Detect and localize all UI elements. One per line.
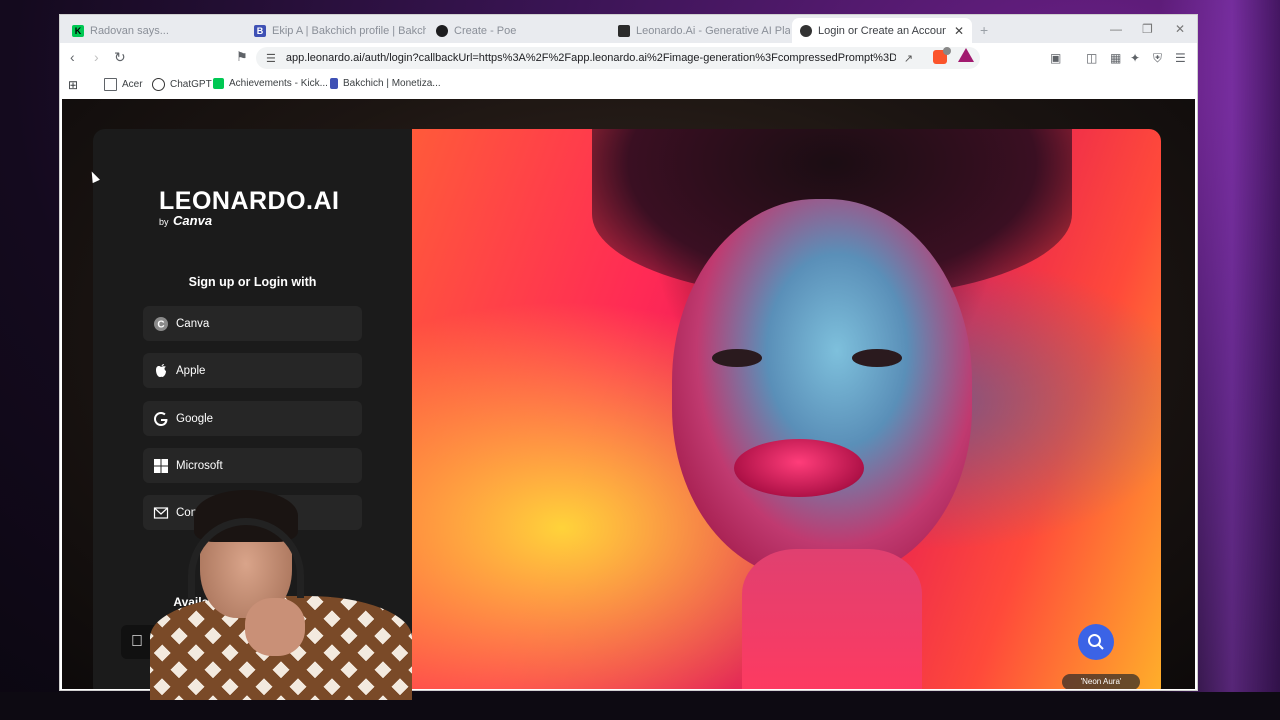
- vpn-icon[interactable]: ⛨: [1153, 51, 1162, 66]
- hero-face: [672, 199, 972, 579]
- url-text[interactable]: app.leonardo.ai/auth/login?callbackUrl=h…: [286, 52, 896, 64]
- svg-text:C: C: [157, 319, 164, 330]
- restore-icon[interactable]: ❐: [1142, 22, 1153, 36]
- microsoft-login-button[interactable]: Microsoft: [143, 448, 362, 483]
- tab-title: Create - Poe: [454, 24, 517, 37]
- hero-image: 'Neon Aura': [412, 129, 1161, 689]
- bakchich-favicon-icon: B: [254, 24, 266, 37]
- bookmark-bakchich[interactable]: Bakchich | Monetiza...: [330, 78, 441, 89]
- apple-store-icon: : [131, 633, 143, 651]
- kick-icon: [213, 78, 224, 89]
- folder-icon: [104, 78, 117, 91]
- back-icon[interactable]: ‹: [70, 49, 75, 65]
- canva-icon: C: [153, 316, 169, 332]
- kick-favicon-icon: K: [72, 24, 84, 37]
- google-icon: [153, 411, 169, 427]
- webcam-hand: [245, 598, 305, 656]
- forward-icon[interactable]: ›: [94, 49, 99, 65]
- hero-eye-left: [712, 349, 762, 367]
- leonardo-favicon-icon: [618, 24, 630, 37]
- menu-icon[interactable]: ☰: [1175, 51, 1186, 65]
- canva-login-button[interactable]: C Canva: [143, 306, 362, 341]
- logo-canva: Canva: [173, 213, 213, 228]
- chatgpt-icon: [152, 78, 165, 91]
- bookmark-chatgpt[interactable]: ChatGPT: [152, 78, 212, 91]
- tab-search-icon[interactable]: ▣: [1050, 51, 1061, 65]
- sidebar-icon[interactable]: ◫: [1086, 51, 1097, 65]
- bakchich-icon: [330, 78, 338, 89]
- reload-icon[interactable]: ↻: [114, 49, 126, 66]
- logo-by: by: [159, 217, 169, 227]
- search-icon: [1088, 634, 1104, 650]
- apple-login-button[interactable]: Apple: [143, 353, 362, 388]
- image-caption: 'Neon Aura': [1062, 674, 1140, 689]
- leonardo-favicon-icon: [800, 24, 812, 37]
- leonardo-logo: LEONARDO.AI: [159, 187, 340, 215]
- tab-title: Leonardo.Ai - Generative AI Platform: [636, 24, 790, 37]
- shields-badge: [943, 47, 951, 55]
- tab-login-active[interactable]: Login or Create an Account | Le ✕: [792, 18, 972, 43]
- button-label: Canva: [176, 317, 210, 330]
- hero-lips: [734, 439, 864, 497]
- tab-title: Login or Create an Account | Le: [818, 24, 946, 37]
- leo-ai-icon[interactable]: ✦: [1130, 51, 1140, 65]
- tab-title: Radovan says...: [90, 24, 169, 37]
- wallet-icon[interactable]: ▦: [1110, 51, 1121, 65]
- hero-neck: [742, 549, 922, 689]
- bookmark-label: Bakchich | Monetiza...: [343, 78, 441, 89]
- webcam-overlay: [150, 488, 415, 700]
- address-toolbar: ‹ › ↻ ⚑ ☰ app.leonardo.ai/auth/login?cal…: [60, 43, 1197, 73]
- minimize-icon[interactable]: —: [1110, 22, 1122, 36]
- close-window-icon[interactable]: ✕: [1175, 22, 1185, 36]
- brave-rewards-icon[interactable]: [958, 48, 974, 62]
- tab-title: Ekip A | Bakchich profile | Bakchich: [272, 24, 426, 37]
- site-settings-icon[interactable]: ☰: [266, 52, 276, 65]
- new-tab-icon[interactable]: +: [980, 22, 988, 38]
- apple-icon: [153, 363, 169, 379]
- bookmark-kick[interactable]: Achievements - Kick...: [213, 78, 328, 89]
- tab-poe[interactable]: Create - Poe: [428, 18, 608, 43]
- address-bar[interactable]: ☰ app.leonardo.ai/auth/login?callbackUrl…: [256, 47, 980, 69]
- bookmark-icon[interactable]: ⚑: [236, 49, 248, 65]
- button-label: Microsoft: [176, 459, 223, 472]
- button-label: Google: [176, 412, 214, 425]
- tab-strip: K Radovan says... B Ekip A | Bakchich pr…: [60, 15, 1197, 43]
- bookmark-label: Achievements - Kick...: [229, 78, 328, 89]
- microsoft-icon: [153, 458, 169, 474]
- bookmark-label: Acer: [122, 79, 143, 90]
- bookmark-acer[interactable]: Acer: [104, 78, 143, 91]
- poe-favicon-icon: [436, 24, 448, 37]
- tab-radovan[interactable]: K Radovan says...: [64, 18, 244, 43]
- tab-leonardo[interactable]: Leonardo.Ai - Generative AI Platform: [610, 18, 790, 43]
- search-fab-button[interactable]: [1078, 624, 1114, 660]
- bookmarks-bar: ⊞ Acer ChatGPT Achievements - Kick... Ba…: [60, 73, 1197, 97]
- signup-title: Sign up or Login with: [188, 275, 317, 289]
- close-tab-icon[interactable]: ✕: [948, 24, 964, 38]
- tab-bakchich[interactable]: B Ekip A | Bakchich profile | Bakchich: [246, 18, 426, 43]
- apps-grid-icon[interactable]: ⊞: [68, 78, 78, 92]
- logo-byline: by Canva: [159, 213, 212, 228]
- bookmark-label: ChatGPT: [170, 79, 212, 90]
- button-label: Apple: [176, 364, 206, 377]
- share-icon[interactable]: ↗: [904, 52, 913, 65]
- google-login-button[interactable]: Google: [143, 401, 362, 436]
- hero-eye-right: [852, 349, 902, 367]
